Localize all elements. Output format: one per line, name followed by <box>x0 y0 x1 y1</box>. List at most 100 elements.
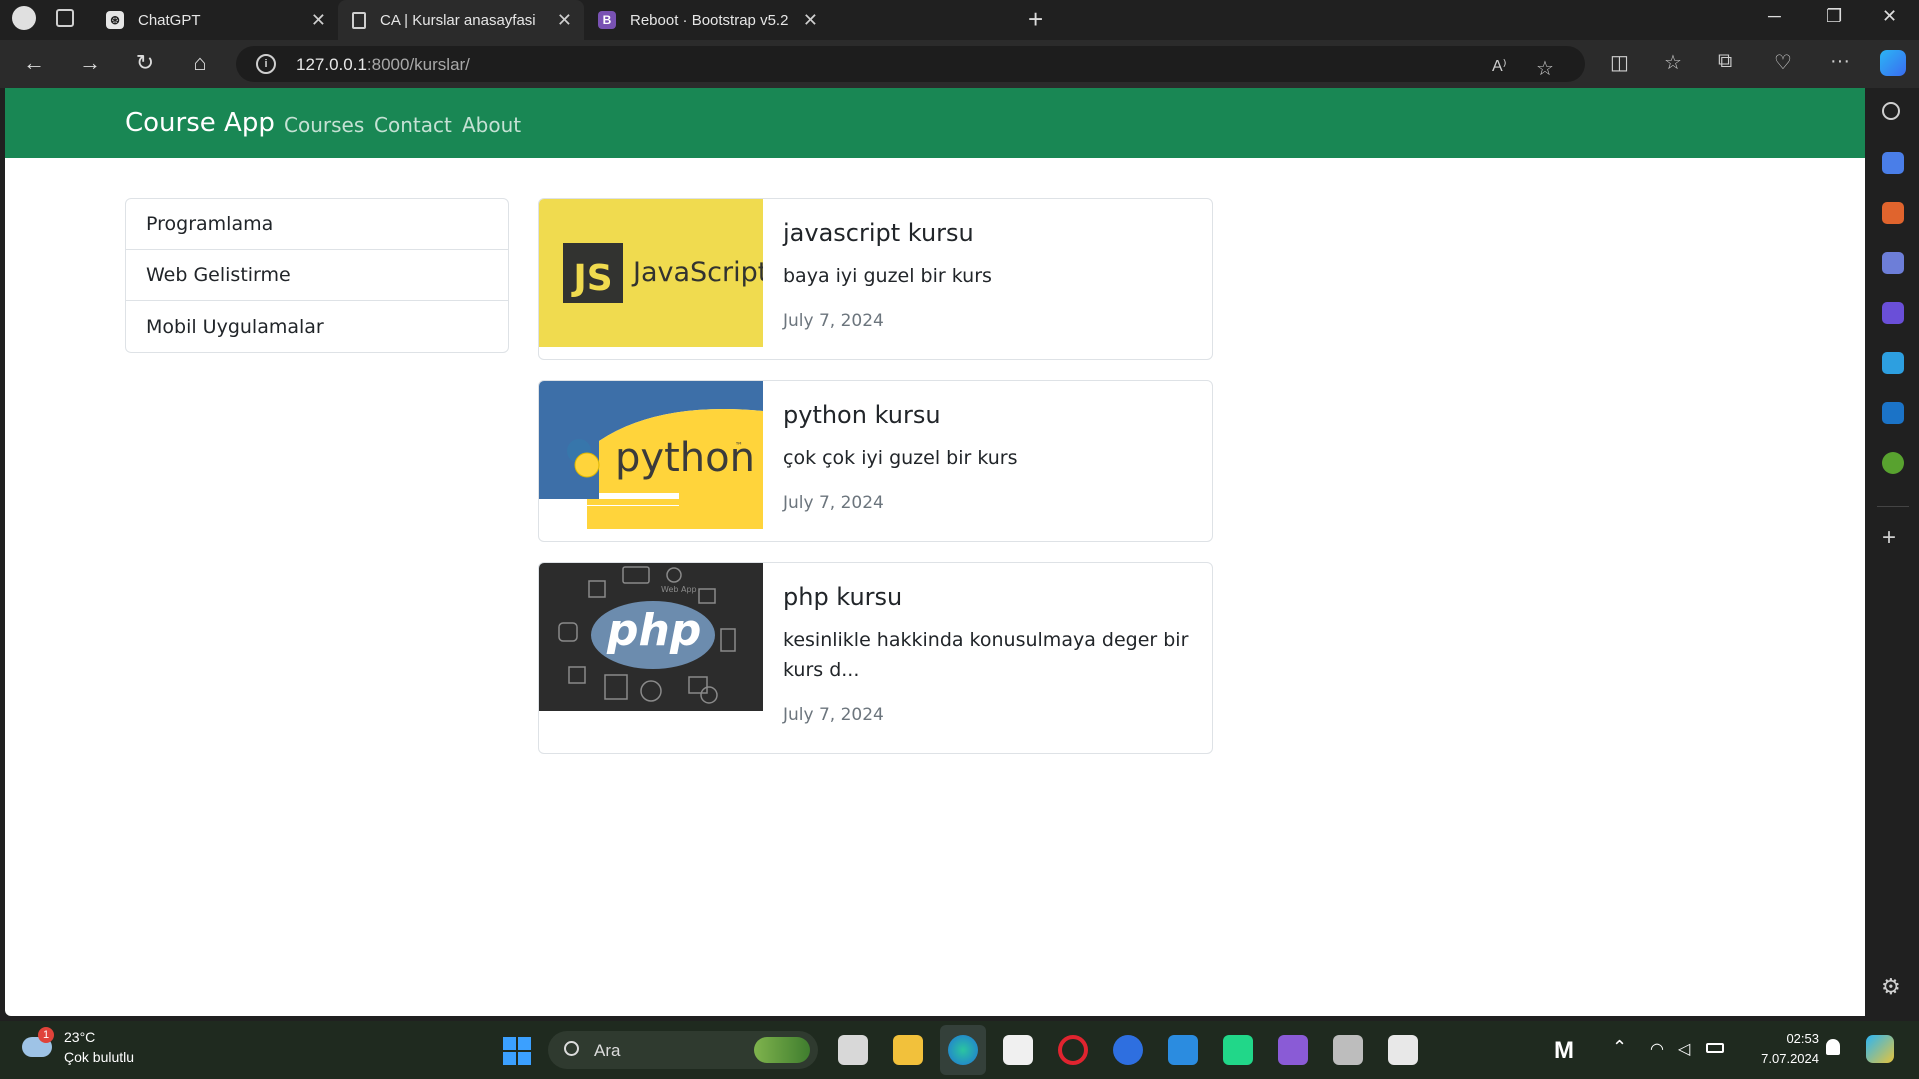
course-title[interactable]: php kursu <box>783 583 1192 611</box>
app-m-icon[interactable]: M <box>1554 1037 1574 1065</box>
copilot-icon[interactable] <box>1880 50 1906 76</box>
wifi-icon[interactable]: ◠ <box>1650 1039 1664 1059</box>
chevron-up-icon[interactable]: ⌃ <box>1612 1037 1627 1058</box>
battery-icon[interactable] <box>1706 1043 1724 1053</box>
brand-link[interactable]: Course App <box>125 108 275 138</box>
clock-time: 02:53 <box>1786 1031 1819 1046</box>
tree-icon[interactable] <box>1882 452 1904 474</box>
tab-reboot[interactable]: B Reboot · Bootstrap v5.2 ✕ <box>584 0 830 40</box>
copilot-taskbar-icon[interactable] <box>1866 1035 1894 1063</box>
pycharm-icon[interactable] <box>1223 1035 1253 1065</box>
home-icon[interactable]: ⌂ <box>186 50 214 76</box>
tab-chatgpt[interactable]: ⊛ ChatGPT ✕ <box>92 0 338 40</box>
url-text[interactable]: 127.0.0.1:8000/kurslar/ <box>296 55 470 75</box>
visual-studio-icon[interactable] <box>1278 1035 1308 1065</box>
course-description: baya iyi guzel bir kurs <box>783 265 992 287</box>
refresh-icon[interactable]: ↻ <box>131 50 159 76</box>
file-explorer-icon[interactable] <box>893 1035 923 1065</box>
taskbar-search[interactable]: Ara <box>548 1031 818 1069</box>
close-tab-icon[interactable]: ✕ <box>557 10 572 31</box>
notification-bell-icon[interactable] <box>1826 1039 1840 1055</box>
course-description: kesinlikle hakkinda konusulmaya deger bi… <box>783 629 1189 681</box>
course-date: July 7, 2024 <box>783 311 884 331</box>
workspaces-icon[interactable] <box>56 9 74 27</box>
category-item[interactable]: Programlama <box>126 199 508 250</box>
collections-icon[interactable]: ⧉ <box>1718 50 1732 73</box>
close-window-icon[interactable]: ✕ <box>1882 6 1897 27</box>
favorites-icon[interactable]: ☆ <box>1664 50 1682 75</box>
category-list: Programlama Web Gelistirme Mobil Uygulam… <box>125 198 509 353</box>
split-screen-icon[interactable]: ◫ <box>1610 50 1629 75</box>
course-card[interactable]: Web App php php kursu kesinlikle hakkind… <box>538 562 1213 754</box>
navbar: Course App Courses Contact About <box>5 88 1865 158</box>
tab-kurslar[interactable]: CA | Kurslar anasayfasi ✕ <box>338 0 584 40</box>
js-logo-badge: JS <box>563 243 623 303</box>
favorite-star-icon[interactable]: ☆ <box>1536 56 1554 81</box>
database-icon[interactable] <box>1333 1035 1363 1065</box>
edge-icon[interactable] <box>948 1035 978 1065</box>
course-title[interactable]: python kursu <box>783 401 1192 429</box>
taskbar: 1 23°C Çok bulutlu Ara M ⌃ ◠ ◁ 02:53 7.0… <box>0 1021 1919 1079</box>
course-image-php: Web App php <box>539 563 763 711</box>
nav-link-about[interactable]: About <box>462 113 521 137</box>
system-clock[interactable]: 02:53 7.07.2024 <box>1761 1029 1819 1069</box>
js-logo-text: JavaScript <box>633 257 763 288</box>
url-bar[interactable]: i 127.0.0.1:8000/kurslar/ A⁾ ☆ <box>236 46 1585 82</box>
opera-icon[interactable] <box>1058 1035 1088 1065</box>
browser-tab-strip: ⊛ ChatGPT ✕ CA | Kurslar anasayfasi ✕ B … <box>0 0 1919 40</box>
new-tab-icon[interactable]: + <box>1028 4 1043 35</box>
tools-icon[interactable] <box>1882 202 1904 224</box>
category-item[interactable]: Mobil Uygulamalar <box>126 301 508 352</box>
weather-description: Çok bulutlu <box>64 1049 135 1065</box>
chatgpt-icon: ⊛ <box>106 11 124 29</box>
add-icon[interactable]: + <box>1882 524 1896 552</box>
dev-tool-icon[interactable] <box>1388 1035 1418 1065</box>
course-card[interactable]: JS JavaScript javascript kursu baya iyi … <box>538 198 1213 360</box>
volume-icon[interactable]: ◁ <box>1678 1039 1690 1059</box>
close-tab-icon[interactable]: ✕ <box>803 10 818 31</box>
search-icon <box>564 1041 579 1056</box>
course-title[interactable]: javascript kursu <box>783 219 1192 247</box>
microsoft-store-icon[interactable] <box>1003 1035 1033 1065</box>
maps-icon[interactable] <box>1113 1035 1143 1065</box>
shopping-tag-icon[interactable] <box>1882 152 1904 174</box>
course-date: July 7, 2024 <box>783 493 884 513</box>
nav-link-contact[interactable]: Contact <box>374 113 452 137</box>
search-icon[interactable] <box>1882 102 1900 120</box>
profile-icon[interactable] <box>12 6 36 30</box>
search-placeholder: Ara <box>594 1041 621 1060</box>
course-card[interactable]: python ™ python kursu çok çok iyi guzel … <box>538 380 1213 542</box>
info-icon[interactable]: i <box>256 54 276 74</box>
minimize-icon[interactable]: ─ <box>1768 6 1781 27</box>
sidebar-divider <box>1877 506 1909 507</box>
copilot-designer-icon[interactable] <box>1882 302 1904 324</box>
telegram-icon[interactable] <box>1882 352 1904 374</box>
restore-icon[interactable]: ❐ <box>1826 6 1842 27</box>
category-item[interactable]: Web Gelistirme <box>126 250 508 301</box>
browser-sidebar: + ⚙ <box>1865 88 1919 1018</box>
search-highlight-icon <box>754 1037 810 1063</box>
settings-icon[interactable]: ⚙ <box>1881 974 1901 1000</box>
page-viewport: Course App Courses Contact About Program… <box>5 88 1865 1016</box>
browser-essentials-icon[interactable]: ♡ <box>1774 50 1792 75</box>
more-icon[interactable]: ··· <box>1830 50 1850 73</box>
outlook-icon[interactable] <box>1882 402 1904 424</box>
task-view-icon[interactable] <box>838 1035 868 1065</box>
weather-temperature: 23°C <box>64 1029 96 1045</box>
close-tab-icon[interactable]: ✕ <box>311 10 326 31</box>
web-app-caption: Web App <box>661 585 697 594</box>
windows-start-icon[interactable] <box>503 1037 531 1065</box>
clock-date: 7.07.2024 <box>1761 1051 1819 1066</box>
address-bar-row: ← → ↻ ⌂ i 127.0.0.1:8000/kurslar/ A⁾ ☆ ◫… <box>0 40 1919 88</box>
tab-title: ChatGPT <box>138 11 201 29</box>
nav-link-courses[interactable]: Courses <box>284 113 364 137</box>
weather-badge: 1 <box>38 1027 54 1043</box>
games-icon[interactable] <box>1882 252 1904 274</box>
read-aloud-icon[interactable]: A⁾ <box>1492 56 1507 76</box>
weather-widget[interactable]: 1 23°C Çok bulutlu <box>16 1021 166 1079</box>
back-icon[interactable]: ← <box>20 50 48 76</box>
course-image-javascript: JS JavaScript <box>539 199 763 347</box>
page-icon <box>352 11 366 29</box>
forward-icon[interactable]: → <box>76 50 104 76</box>
vscode-icon[interactable] <box>1168 1035 1198 1065</box>
